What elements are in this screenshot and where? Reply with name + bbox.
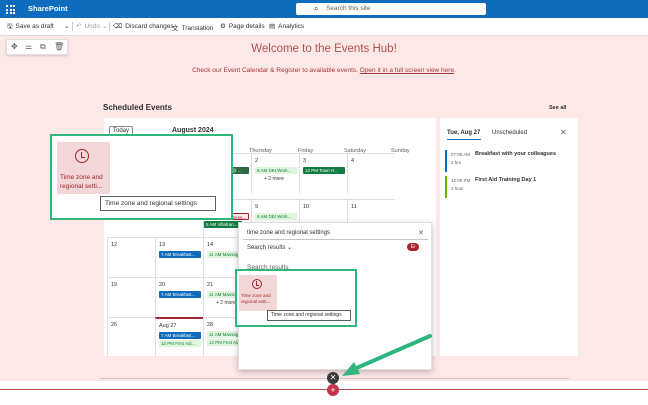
add-section-button[interactable]: + <box>327 384 339 396</box>
calendar-event[interactable]: 12 PM First Aid... <box>159 340 201 347</box>
divider <box>109 22 110 31</box>
calendar-event[interactable]: 7 AM Breakfast... <box>159 332 201 339</box>
hero-subtitle: Check our Event Calendar & Register to a… <box>192 67 456 74</box>
command-bar: 🖫 Save as draft ⌄ ↶ Undo ⌄ ⌫ Discard change… <box>0 18 648 36</box>
agenda-item[interactable]: 07:00 AM Breakfast with your colleagues … <box>445 150 575 172</box>
day-number: 19 <box>111 282 118 288</box>
save-dropdown-chevron-icon[interactable]: ⌄ <box>64 22 69 30</box>
agenda-title: Breakfast with your colleagues <box>475 151 556 157</box>
month-label: August 2024 <box>172 127 214 134</box>
calendar-event[interactable]: 8 AM DEI Work... <box>255 213 297 220</box>
calendar-day-cell[interactable]: 26 <box>107 317 155 356</box>
results-dropdown[interactable]: Search results ⌄ <box>247 244 292 251</box>
day-number: 11 <box>351 204 357 210</box>
day-number: 3 <box>303 158 307 164</box>
divider <box>72 22 73 31</box>
clear-icon[interactable]: ✕ <box>418 229 424 237</box>
suite-bar: SharePoint ⌕ Search this site <box>0 0 648 18</box>
discard-changes-button[interactable]: ⌫ Discard changes <box>113 22 174 30</box>
tooltip: Time zone and regional settings <box>100 196 216 211</box>
day-number: 2 <box>255 158 259 164</box>
chevron-down-icon: ⌄ <box>287 245 293 251</box>
day-number: 20 <box>159 282 166 288</box>
calendar-day-cell[interactable]: Aug 27 7 AM Breakfast... 12 PM First Aid..… <box>155 317 203 356</box>
calendar-day-cell[interactable]: 13 7 AM Breakfast... <box>155 237 203 277</box>
undo-dropdown-chevron-icon[interactable]: ⌄ <box>102 22 107 30</box>
agenda-title: First Aid Training Day 1 <box>475 177 537 183</box>
tooltip: Time zone and regional settings <box>267 310 351 321</box>
tab-selected-day[interactable]: Tue, Aug 27 <box>447 130 482 140</box>
more-events-link[interactable]: + 2 more <box>216 300 236 306</box>
search-result-highlight: Time zone and regional setti... Time zon… <box>235 269 357 327</box>
undo-icon: ↶ <box>76 23 82 30</box>
save-as-draft-button[interactable]: 🖫 Save as draft <box>7 22 54 33</box>
calendar-day-cell[interactable]: 3 12 PM Town H... <box>299 153 347 193</box>
time-zone-settings-tile[interactable]: Time zone and regional setti... <box>57 142 110 194</box>
tile-label: Time zone and regional setti... <box>60 174 103 190</box>
settings-search-input[interactable]: time zone and regional settings ✕ <box>243 228 428 240</box>
user-badge: Ei <box>407 243 419 251</box>
calendar-day-cell[interactable]: 2 8 AM DEI Work... + 2 more <box>251 153 299 193</box>
more-events-link[interactable]: + 2 more <box>264 176 284 182</box>
calendar-event[interactable]: 7 AM Breakfast... <box>159 251 201 258</box>
search-icon: ⌕ <box>314 4 319 13</box>
agenda-time: 12:00 PM <box>451 178 471 183</box>
analytics-button[interactable]: ▤ Analytics <box>269 22 304 30</box>
clock-globe-icon <box>252 279 262 289</box>
section-title: Scheduled Events <box>103 103 172 112</box>
analytics-icon: ▤ <box>269 23 276 30</box>
day-number: 14 <box>207 242 214 248</box>
full-screen-link[interactable]: Open it in a full screen view here <box>360 67 454 74</box>
time-zone-result-tile[interactable]: Time zone and regional setti... <box>239 275 277 311</box>
save-icon: 🖫 <box>7 23 13 30</box>
calendar-event[interactable]: 5 AM Villafran... <box>204 221 242 228</box>
agenda-duration: 2 hrs <box>451 160 462 165</box>
agenda-item[interactable]: 12:00 PM First Aid Training Day 1 1 hour <box>445 176 575 198</box>
page-title: Welcome to the Events Hub! <box>251 43 397 55</box>
translation-icon: 文 <box>172 25 179 32</box>
agenda-duration: 1 hour <box>451 186 464 191</box>
calendar-day-cell[interactable]: 12 <box>107 237 155 277</box>
gear-icon: ⚙ <box>220 23 226 30</box>
day-number: 26 <box>111 322 118 328</box>
tab-unscheduled[interactable]: Unscheduled <box>492 130 527 136</box>
calendar-event[interactable]: 8 AM DEI Work... <box>255 167 297 174</box>
day-number: Aug 27 <box>159 323 177 329</box>
page-details-button[interactable]: ⚙ Page details <box>220 22 265 30</box>
agenda-time: 07:00 AM <box>451 152 471 157</box>
undo-button[interactable]: ↶ Undo <box>76 22 100 30</box>
day-number: 13 <box>159 242 166 248</box>
page-bottom-line <box>0 389 648 390</box>
day-number: 12 <box>111 242 118 248</box>
day-number: 21 <box>207 282 214 288</box>
translation-button[interactable]: 文 Translation <box>172 22 213 32</box>
discard-icon: ⌫ <box>113 23 123 30</box>
calendar-day-cell[interactable]: 19 <box>107 277 155 317</box>
tile-label: Time zone and regional setti... <box>241 293 271 304</box>
day-number: 4 <box>351 158 355 164</box>
day-number: 9 <box>255 204 259 210</box>
agenda-panel: Tue, Aug 27 Unscheduled ✕ 07:00 AM Break… <box>440 118 578 356</box>
clock-globe-icon <box>75 149 89 163</box>
calendar-day-cell[interactable]: 20 7 AM Breakfast... <box>155 277 203 317</box>
close-icon[interactable]: ✕ <box>327 372 339 384</box>
close-icon[interactable]: ✕ <box>560 128 567 137</box>
search-placeholder: Search this site <box>326 5 371 12</box>
day-number: 28 <box>207 322 214 328</box>
see-all-link[interactable]: See all <box>549 105 566 111</box>
app-name[interactable]: SharePoint <box>28 4 68 13</box>
calendar-event[interactable]: 7 AM Breakfast... <box>159 291 201 298</box>
zoom-callout: Time zone and regional setti... Time zon… <box>50 134 233 220</box>
site-search-box[interactable]: ⌕ Search this site <box>296 3 486 15</box>
calendar-event[interactable]: 12 PM Town H... <box>303 167 345 174</box>
day-number: 10 <box>303 204 310 210</box>
calendar-day-cell[interactable]: 4 <box>347 153 395 193</box>
app-launcher-icon[interactable] <box>4 3 16 15</box>
